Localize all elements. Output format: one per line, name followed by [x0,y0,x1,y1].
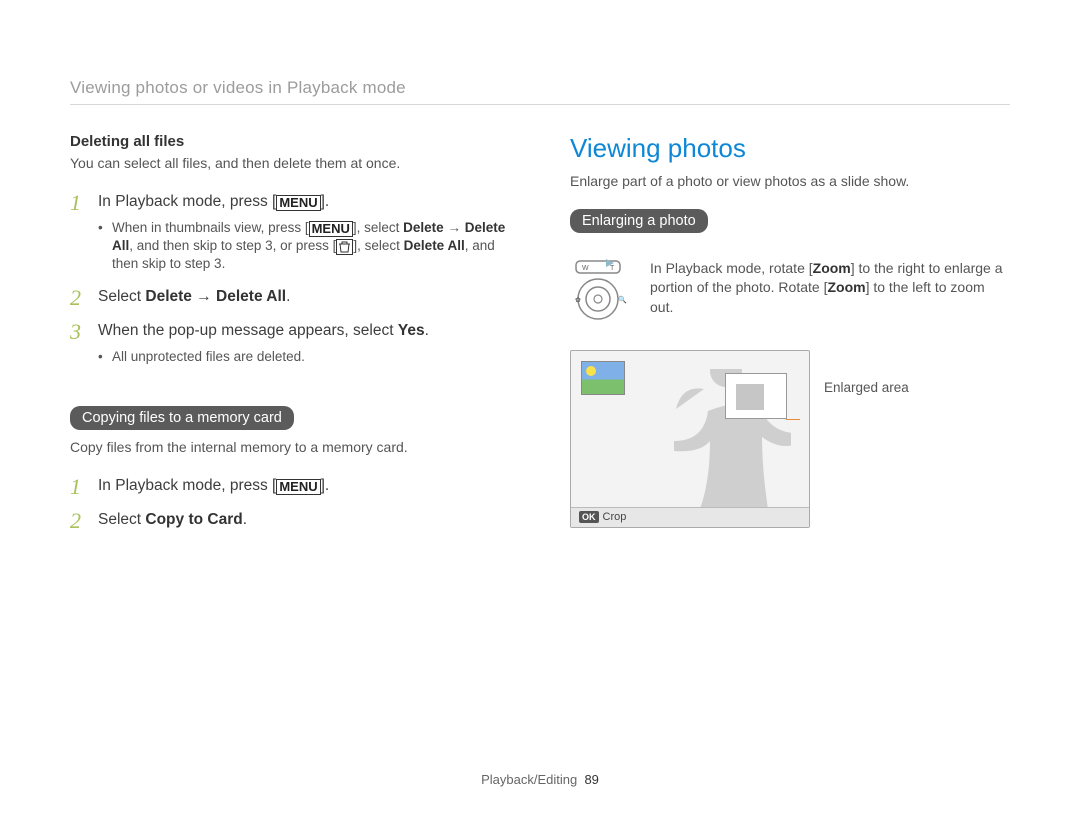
t: Yes [398,322,425,339]
step-1: 1 In Playback mode, press [MENU]. • When… [70,192,510,276]
svg-text:✿: ✿ [575,297,581,304]
step-3: 3 When the pop-up message appears, selec… [70,321,510,368]
t: , and then skip to step 3, or press [ [129,238,336,253]
t: Delete [403,220,444,235]
arrow-icon: → [444,220,465,235]
t: When in thumbnails view, press [ [112,220,309,235]
t: Select [98,511,145,528]
t: Copy to Card [145,511,242,528]
step-text: In Playback mode, press [ [98,193,276,210]
t: Zoom [827,279,865,295]
left-column: Deleting all files You can select all fi… [70,133,510,544]
t: ], select [353,238,403,253]
t: ], select [353,220,403,235]
zoom-dial-icon: W T ✿ 🔍 [570,259,634,330]
thumbnail [581,361,625,395]
page-footer: Playback/Editing 89 [0,772,1080,787]
deleting-all-files-heading: Deleting all files [70,133,510,150]
t: . [243,511,247,528]
step-num: 2 [70,510,88,532]
t: Delete All [216,288,286,305]
viewing-photos-heading: Viewing photos [570,133,1010,164]
right-column: Viewing photos Enlarge part of a photo o… [570,133,1010,544]
copy-step-2: 2 Select Copy to Card. [70,510,510,532]
step-num: 3 [70,321,88,368]
deleting-intro: You can select all files, and then delet… [70,154,510,174]
enlarging-pill: Enlarging a photo [570,209,708,233]
bullet-dot: • [98,219,106,274]
t: . [286,288,290,305]
copying-desc: Copy files from the internal memory to a… [70,438,510,458]
arrow-icon: → [192,288,216,305]
menu-icon: MENU [276,479,320,495]
enlarged-area-callout: Enlarged area [824,380,909,395]
t: In Playback mode, press [ [98,477,276,494]
svg-text:🔍: 🔍 [618,295,627,304]
copy-step-1: 1 In Playback mode, press [MENU]. [70,476,510,498]
enlarged-area-box [725,373,787,419]
trash-icon [336,239,353,255]
breadcrumb: Viewing photos or videos in Playback mod… [70,78,1010,98]
svg-text:W: W [582,265,589,272]
divider [70,104,1010,105]
bullet-dot: • [98,348,106,366]
t: Delete [145,288,192,305]
crop-bar: OK Crop [571,507,809,527]
svg-text:T: T [610,265,615,272]
t: All unprotected files are deleted. [112,348,305,366]
t: When the pop-up message appears, select [98,322,398,339]
menu-icon: MENU [276,195,320,211]
t: . [425,322,429,339]
t: ]. [321,477,330,494]
step-num: 1 [70,192,88,276]
t: Delete All [404,238,465,253]
footer-section: Playback/Editing [481,772,577,787]
step1-bullet: When in thumbnails view, press [MENU], s… [112,219,510,274]
copying-pill: Copying files to a memory card [70,406,294,430]
t: Select [98,288,145,305]
footer-page-number: 89 [584,772,598,787]
ok-badge-icon: OK [579,511,599,523]
camera-screen: OK Crop [570,350,810,528]
zoom-instructions: In Playback mode, rotate [Zoom] to the r… [650,259,1010,330]
t: In Playback mode, rotate [ [650,260,813,276]
viewing-intro: Enlarge part of a photo or view photos a… [570,172,1010,191]
step-num: 1 [70,476,88,498]
step-2: 2 Select Delete → Delete All. [70,287,510,309]
menu-icon: MENU [309,221,353,237]
step-text-post: ]. [321,193,330,210]
t: Zoom [813,260,851,276]
crop-label: Crop [603,511,627,523]
step-num: 2 [70,287,88,309]
